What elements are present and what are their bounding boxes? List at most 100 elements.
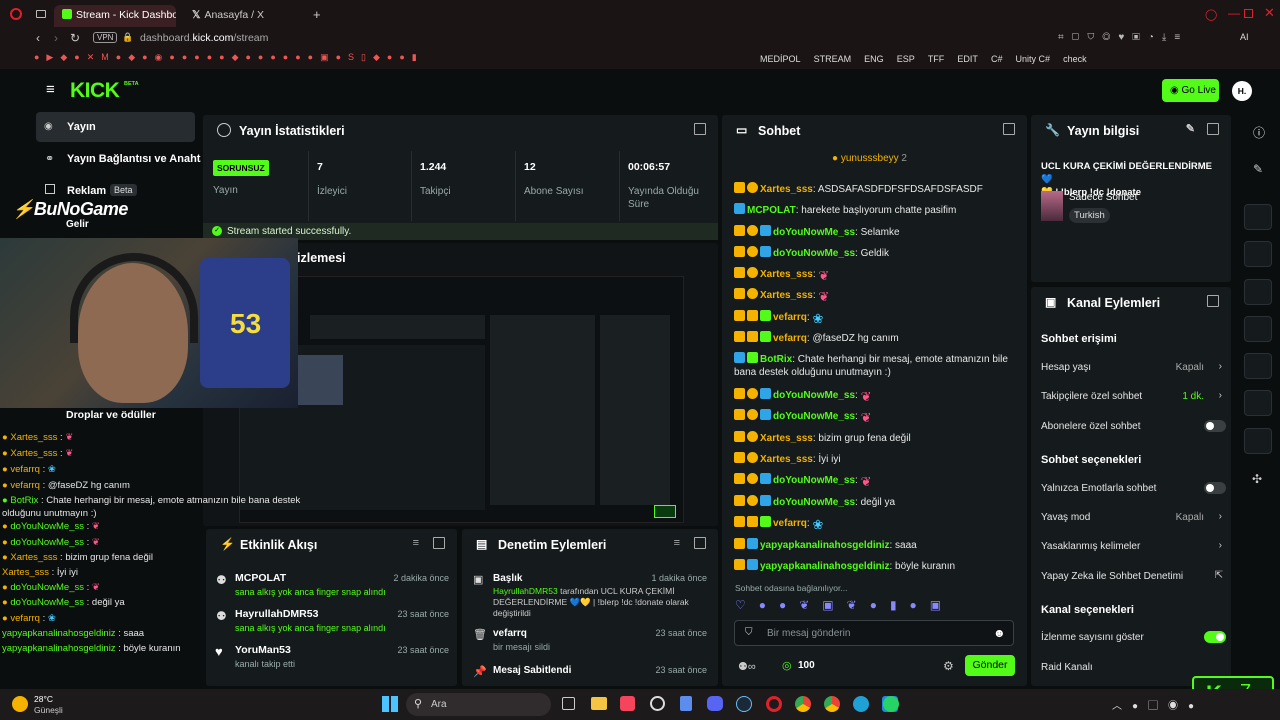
app-icon-2[interactable] — [680, 696, 692, 711]
toggle-switch[interactable] — [1204, 420, 1226, 432]
expand-icon[interactable] — [1003, 123, 1015, 135]
maximize-icon[interactable] — [1244, 9, 1253, 18]
file-explorer-icon[interactable] — [591, 697, 607, 710]
sidebar-item-gelir[interactable]: Gelir — [66, 219, 89, 230]
task-view-icon[interactable] — [562, 697, 575, 710]
pinned-user-bar[interactable]: ● yunusssbeyy 2 — [832, 153, 907, 164]
kick-logo[interactable]: KICK — [70, 79, 120, 103]
bookmark-item[interactable]: ENG — [864, 54, 884, 64]
chat-user[interactable]: Xartes_sss — [760, 290, 813, 301]
browser-toolbar-icons[interactable]: ⌗▢⛉◎♥▣◔⤓≡ — [1058, 32, 1188, 43]
sidebar-item-stream-key[interactable]: ⚭ Yayın Bağlantısı ve Anahtarı — [36, 144, 201, 172]
close-icon[interactable]: ✕ — [1264, 5, 1275, 21]
emote-bar[interactable]: ♡●●❦▣❦●▮●▣ — [735, 598, 954, 612]
app-icon-1[interactable] — [650, 696, 665, 711]
edit-icon[interactable]: ✎ — [1186, 122, 1195, 135]
bookmark-item[interactable]: Unity C# — [1016, 54, 1051, 64]
chat-user[interactable]: BotRix — [760, 354, 792, 365]
send-button[interactable]: Gönder — [965, 655, 1015, 676]
toggle-switch[interactable] — [1204, 482, 1226, 494]
chat-user[interactable]: vefarrq — [773, 312, 807, 323]
taskbar-search[interactable]: ⚲ Ara — [406, 693, 551, 716]
setting-show-viewcount[interactable]: İzlenme sayısını göster — [1041, 631, 1226, 643]
edge-icon[interactable] — [853, 696, 869, 712]
chat-user[interactable]: yapyapkanalinahosgeldiniz — [760, 561, 889, 572]
url-field[interactable]: dashboard.kick.com/stream — [140, 32, 268, 44]
rail-chat-icon[interactable] — [1244, 316, 1272, 342]
expand-icon[interactable] — [694, 537, 706, 549]
vpn-badge[interactable]: VPN — [93, 32, 118, 43]
bookmark-favicons[interactable]: ●▶◆●✕M●◆●◉●●●●●◆●●●●●●▣●S▯◆●●▮ — [34, 52, 734, 65]
ai-button[interactable]: AI — [1240, 32, 1249, 42]
chat-user[interactable]: vefarrq — [773, 518, 807, 529]
chat-user[interactable]: doYouNowMe_ss — [773, 411, 855, 422]
tab-x-home[interactable]: 𝕏 Anasayfa / X — [184, 5, 306, 27]
chat-user[interactable]: doYouNowMe_ss — [773, 248, 855, 259]
tab-kick-dashboard[interactable]: Stream - Kick Dashboard — [54, 5, 176, 27]
emoji-icon[interactable]: ☻ — [993, 626, 1006, 640]
users-settings-icon[interactable]: ⚉∞ — [738, 660, 756, 673]
bookmark-item[interactable]: C# — [991, 54, 1003, 64]
opera-icon[interactable] — [766, 696, 782, 712]
music-app-icon[interactable] — [620, 696, 635, 711]
chat-user[interactable]: yapyapkanalinahosgeldiniz — [760, 540, 889, 551]
bookmark-item[interactable]: check — [1063, 54, 1087, 64]
avatar[interactable]: H. — [1232, 81, 1252, 101]
rail-stats-icon[interactable] — [1244, 353, 1272, 379]
sidebar-item-yayin[interactable]: ◉ Yayın — [36, 112, 195, 142]
chrome-icon[interactable] — [795, 696, 811, 712]
search-tabs-icon[interactable]: ◯ — [1205, 8, 1217, 21]
category-name[interactable]: Sadece Sohbet — [1069, 192, 1137, 203]
filter-icon[interactable]: ≡ — [674, 537, 680, 549]
hamburger-menu-icon[interactable]: ≡ — [46, 81, 55, 98]
rail-preview-icon[interactable] — [1244, 204, 1272, 230]
chat-user[interactable]: Xartes_sss — [760, 184, 813, 195]
chat-user[interactable]: vefarrq — [773, 333, 807, 344]
forward-icon[interactable]: › — [54, 31, 58, 45]
setting-raid-channel[interactable]: Raid Kanalı — [1041, 662, 1226, 673]
filter-icon[interactable]: ≡ — [413, 537, 419, 549]
puzzle-icon[interactable]: ✣ — [1252, 472, 1262, 486]
bookmark-item[interactable]: STREAM — [814, 54, 852, 64]
chat-user[interactable]: Xartes_sss — [760, 269, 813, 280]
info-icon[interactable]: ⓘ — [1253, 124, 1265, 141]
setting-ai-moderation[interactable]: Yapay Zeka ile Sohbet Denetimi ⇱ — [1041, 570, 1226, 582]
bookmark-item[interactable]: ESP — [897, 54, 915, 64]
expand-icon[interactable] — [1207, 295, 1219, 307]
rail-channel-icon[interactable] — [1244, 390, 1272, 416]
setting-followers-only[interactable]: Takipçilere özel sohbet 1 dk. › — [1041, 390, 1226, 402]
chat-user[interactable]: Xartes_sss — [760, 454, 813, 465]
chat-user[interactable]: doYouNowMe_ss — [773, 390, 855, 401]
chrome-icon-2[interactable] — [824, 696, 840, 712]
setting-banned-words[interactable]: Yasaklanmış kelimeler › — [1041, 540, 1226, 552]
rail-activity-icon[interactable] — [1244, 241, 1272, 267]
setting-account-age[interactable]: Hesap yaşı Kapalı › — [1041, 361, 1226, 373]
chat-user[interactable]: MCPOLAT — [747, 205, 796, 216]
tray-icons[interactable]: ︿●▢◉● — [1112, 697, 1204, 712]
bookmark-item[interactable]: TFF — [928, 54, 945, 64]
chat-input[interactable]: ⛉ Bir mesaj gönderin ☻ — [734, 620, 1014, 646]
chat-user[interactable]: Xartes_sss — [760, 433, 813, 444]
chat-user[interactable]: doYouNowMe_ss — [773, 227, 855, 238]
sidebar-toggle-icon[interactable] — [36, 10, 46, 18]
chat-user[interactable]: doYouNowMe_ss — [773, 475, 855, 486]
chat-user[interactable]: doYouNowMe_ss — [773, 497, 855, 508]
minimize-icon[interactable]: — — [1228, 6, 1240, 20]
rail-moderation-icon[interactable] — [1244, 279, 1272, 305]
rail-wrench-icon[interactable] — [1244, 428, 1272, 454]
new-tab-icon[interactable]: + — [313, 7, 321, 22]
bookmark-item[interactable]: EDIT — [957, 54, 978, 64]
opera-logo-icon[interactable] — [10, 8, 22, 20]
reload-icon[interactable]: ↻ — [70, 31, 80, 45]
expand-icon[interactable] — [694, 123, 706, 135]
bookmark-item[interactable]: MEDİPOL — [760, 54, 801, 64]
expand-icon[interactable] — [433, 537, 445, 549]
windows-start-icon[interactable] — [382, 696, 398, 712]
go-live-button[interactable]: ◉ Go Live — [1162, 79, 1219, 102]
pencil-icon[interactable]: ✎ — [1253, 162, 1263, 176]
steam-icon[interactable] — [736, 696, 752, 712]
back-icon[interactable]: ‹ — [36, 31, 40, 45]
whatsapp-icon[interactable] — [883, 696, 899, 712]
setting-emote-only[interactable]: Yalnızca Emotlarla sohbet — [1041, 482, 1226, 494]
chat-settings-icon[interactable]: ⚙ — [943, 659, 954, 673]
